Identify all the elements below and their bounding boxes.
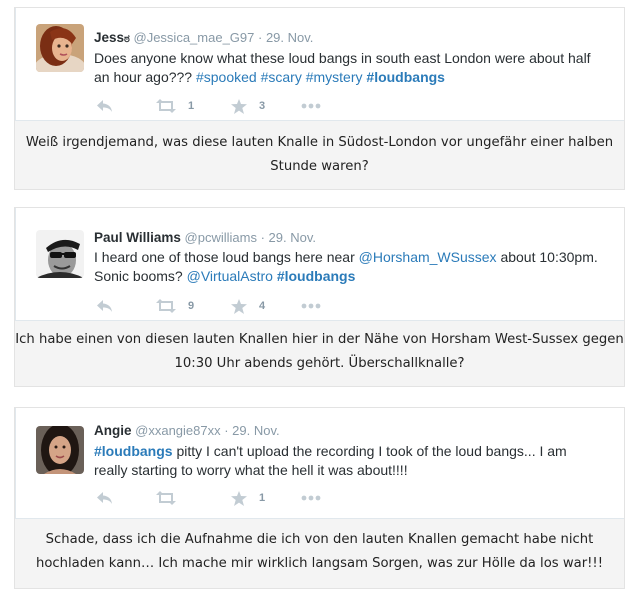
- separator: ·: [257, 30, 266, 45]
- avatar[interactable]: [36, 24, 84, 72]
- separator: ·: [224, 423, 233, 438]
- hashtag-link[interactable]: #loudbangs: [277, 268, 356, 284]
- tweet-actions: 1: [96, 489, 321, 507]
- reply-icon: [97, 492, 112, 504]
- star-icon: [231, 490, 247, 506]
- avatar[interactable]: [36, 230, 84, 278]
- author-handle[interactable]: @xxangie87xx: [135, 423, 224, 438]
- tweet-text: #loudbangs pitty I can't upload the reco…: [94, 443, 567, 478]
- hashtag-link[interactable]: #mystery: [306, 69, 363, 85]
- hashtag-link[interactable]: #scary: [261, 69, 302, 85]
- retweet-icon: [156, 491, 176, 505]
- german-translation: Ich habe einen von diesen lauten Knallen…: [15, 332, 624, 371]
- more-button[interactable]: [301, 303, 321, 309]
- hashtag-link[interactable]: #spooked: [196, 69, 257, 85]
- retweet-button[interactable]: 1: [156, 99, 231, 113]
- tweet-text: Does anyone know what these loud bangs i…: [94, 50, 591, 85]
- author-name[interactable]: Jess: [94, 30, 124, 45]
- more-button[interactable]: [301, 103, 321, 109]
- name-emoji: ಠ: [124, 33, 130, 45]
- german-translation: Weiß irgendjemand, was diese lauten Knal…: [25, 135, 614, 174]
- like-button[interactable]: 3: [231, 98, 301, 114]
- tweet-card: Angie @xxangie87xx · 29. Nov. #loudbangs…: [14, 407, 625, 589]
- like-count: 4: [259, 300, 266, 312]
- reply-button[interactable]: [96, 99, 156, 113]
- reply-button[interactable]: [96, 299, 156, 313]
- reply-button[interactable]: [96, 491, 156, 505]
- tweet-date[interactable]: 29. Nov.: [266, 30, 313, 45]
- tweet-header: Jessಠ @Jessica_mae_G97 · 29. Nov.: [94, 30, 313, 46]
- more-dots-icon: [301, 495, 321, 501]
- tweet-actions: 1 3: [96, 97, 321, 115]
- reply-icon: [97, 100, 112, 112]
- tweet-text: I heard one of those loud bangs here nea…: [94, 249, 598, 284]
- embedded-tweet: Angie @xxangie87xx · 29. Nov. #loudbangs…: [15, 408, 624, 519]
- retweet-icon: [156, 299, 176, 313]
- tweet-card: Paul Williams @pcwilliams · 29. Nov. I h…: [14, 207, 625, 387]
- like-button[interactable]: 4: [231, 298, 301, 314]
- star-icon: [231, 298, 247, 314]
- mention-link[interactable]: @VirtualAstro: [187, 268, 273, 284]
- more-dots-icon: [301, 103, 321, 109]
- mention-link[interactable]: @Horsham_WSussex: [359, 249, 497, 265]
- tweet-date[interactable]: 29. Nov.: [232, 423, 279, 438]
- retweet-count: 1: [188, 100, 195, 112]
- separator: ·: [260, 230, 269, 245]
- tweet-header: Angie @xxangie87xx · 29. Nov.: [94, 423, 280, 438]
- hashtag-link[interactable]: #loudbangs: [366, 69, 445, 85]
- star-icon: [231, 98, 247, 114]
- retweet-button[interactable]: [156, 491, 231, 505]
- retweet-icon: [156, 99, 176, 113]
- retweet-count: 9: [188, 300, 195, 312]
- reply-icon: [97, 300, 112, 312]
- tweet-card: Jessಠ @Jessica_mae_G97 · 29. Nov. Does a…: [14, 7, 625, 190]
- like-count: 3: [259, 100, 266, 112]
- more-button[interactable]: [301, 495, 321, 501]
- author-name[interactable]: Angie: [94, 423, 132, 438]
- tweet-actions: 9 4: [96, 297, 321, 315]
- author-handle[interactable]: @Jessica_mae_G97: [134, 30, 258, 45]
- more-dots-icon: [301, 303, 321, 309]
- author-name[interactable]: Paul Williams: [94, 230, 181, 245]
- german-translation: Schade, dass ich die Aufnahme die ich vo…: [35, 532, 604, 571]
- author-handle[interactable]: @pcwilliams: [185, 230, 261, 245]
- tweet-date[interactable]: 29. Nov.: [269, 230, 316, 245]
- embedded-tweet: Paul Williams @pcwilliams · 29. Nov. I h…: [15, 208, 624, 321]
- hashtag-link[interactable]: #loudbangs: [94, 443, 173, 459]
- retweet-button[interactable]: 9: [156, 299, 231, 313]
- like-button[interactable]: 1: [231, 490, 301, 506]
- avatar[interactable]: [36, 426, 84, 474]
- embedded-tweet: Jessಠ @Jessica_mae_G97 · 29. Nov. Does a…: [15, 8, 624, 121]
- like-count: 1: [259, 492, 266, 504]
- tweet-header: Paul Williams @pcwilliams · 29. Nov.: [94, 230, 316, 245]
